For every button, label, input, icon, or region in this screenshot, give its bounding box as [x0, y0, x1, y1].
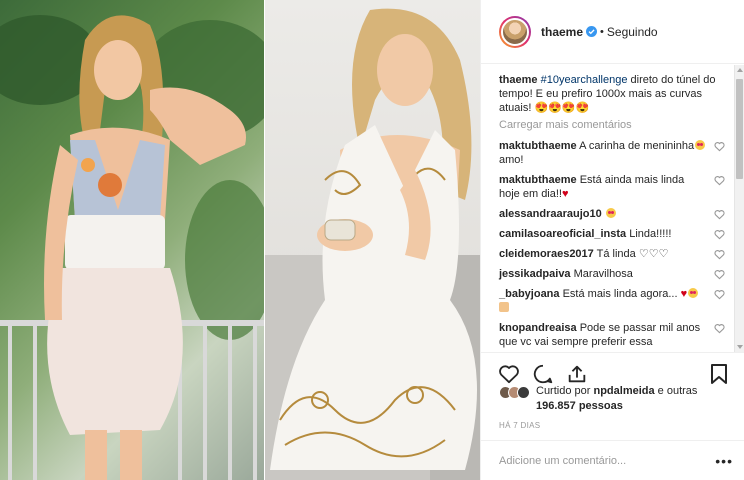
- comment-row: cleidemoraes2017 Tá linda ♡♡♡: [499, 247, 725, 261]
- comment-text: A carinha de menininha: [576, 140, 695, 152]
- likes-prefix: Curtido por: [536, 385, 594, 397]
- comment-row: maktubthaeme A carinha de menininha amo!: [499, 139, 725, 167]
- heart-eyes-emoji-icon: [688, 288, 699, 298]
- more-icon[interactable]: •••: [715, 454, 733, 468]
- like-button[interactable]: [497, 362, 521, 386]
- comment-text-after: amo!: [499, 154, 524, 166]
- comment-row: knopandreaisa Pode se passar mil anos qu…: [499, 321, 725, 349]
- comment-like-heart-icon[interactable]: [714, 289, 725, 300]
- liker-username[interactable]: npdalmeida: [593, 385, 654, 397]
- bookmark-icon: [711, 363, 727, 384]
- comment-text: Maravilhosa: [570, 268, 633, 280]
- photo-now: [265, 0, 480, 480]
- comment-username[interactable]: maktubthaeme: [499, 140, 577, 152]
- photo-then: [0, 0, 264, 480]
- header-separator: •: [600, 25, 604, 38]
- comment-like-heart-icon[interactable]: [714, 249, 725, 260]
- comments-scrollbar[interactable]: [734, 65, 744, 352]
- load-more-comments-button[interactable]: Carregar mais comentários: [499, 119, 725, 131]
- comment-username[interactable]: maktubthaeme: [499, 174, 577, 186]
- comment-icon: [533, 364, 553, 383]
- post-timestamp[interactable]: HÁ 7 DIAS: [499, 421, 540, 430]
- comment-row: jessikadpaiva Maravilhosa: [499, 267, 725, 281]
- verified-icon: [586, 26, 598, 37]
- comment-username[interactable]: alessandraaraujo10: [499, 208, 602, 220]
- comment-like-heart-icon[interactable]: [714, 269, 725, 280]
- comment-username[interactable]: _babyjoana: [499, 288, 560, 300]
- comment-text: Linda!!!!!: [626, 228, 672, 240]
- likes-summary: Curtido por npdalmeida e outras 196.857 …: [499, 384, 729, 414]
- share-button[interactable]: [565, 362, 589, 386]
- comment-input[interactable]: [499, 454, 716, 467]
- red-heart-emoji-icon: ♥: [680, 288, 688, 300]
- heart-icon: [499, 364, 519, 383]
- comment-like-heart-icon[interactable]: [714, 175, 725, 186]
- following-button[interactable]: Seguindo: [607, 25, 658, 39]
- post-sidebar: thaeme • Seguindo thaeme #10yearchalleng…: [480, 0, 744, 480]
- photo-then-figure: [0, 15, 264, 480]
- avatar: [517, 386, 530, 399]
- action-bar: [481, 352, 744, 388]
- comment-like-heart-icon[interactable]: [714, 209, 725, 220]
- share-icon: [568, 365, 586, 382]
- caption-hashtag[interactable]: #10yearchallenge: [541, 74, 628, 86]
- comment-like-heart-icon[interactable]: [714, 323, 725, 334]
- comment-text: Tá linda ♡♡♡: [593, 248, 669, 260]
- liker-avatars[interactable]: [499, 386, 530, 399]
- comment-username[interactable]: cleidemoraes2017: [499, 248, 594, 260]
- comment-row: camilasoareoficial_insta Linda!!!!!: [499, 227, 725, 241]
- post-header: thaeme • Seguindo: [481, 0, 744, 64]
- comment-username[interactable]: jessikadpaiva: [499, 268, 571, 280]
- save-button[interactable]: [707, 362, 731, 386]
- post-caption: thaeme #10yearchallenge direto do túnel …: [499, 73, 725, 115]
- likes-text: Curtido por npdalmeida e outras 196.857 …: [532, 384, 729, 414]
- scroll-thumb[interactable]: [736, 79, 743, 179]
- comment-like-heart-icon[interactable]: [714, 229, 725, 240]
- comments-list[interactable]: thaeme #10yearchallenge direto do túnel …: [481, 65, 744, 352]
- comment-text: Está mais linda agora...: [559, 288, 681, 300]
- caption-username[interactable]: thaeme: [499, 74, 538, 86]
- likes-middle: e outras: [654, 385, 698, 397]
- comment-button[interactable]: [531, 362, 555, 386]
- scroll-up-icon[interactable]: [737, 68, 743, 72]
- likes-count[interactable]: 196.857: [536, 400, 576, 412]
- instagram-post: thaeme • Seguindo thaeme #10yearchalleng…: [0, 0, 744, 480]
- likes-suffix[interactable]: pessoas: [576, 400, 623, 412]
- avatar[interactable]: [499, 15, 531, 48]
- comment-row: _babyjoana Está mais linda agora... ♥: [499, 287, 725, 315]
- comment-like-heart-icon[interactable]: [714, 141, 725, 152]
- comment-row: alessandraaraujo10: [499, 207, 725, 221]
- post-media[interactable]: [0, 0, 480, 480]
- add-comment-bar: •••: [481, 440, 744, 480]
- comment-row: maktubthaeme Está ainda mais linda hoje …: [499, 173, 725, 201]
- comment-username[interactable]: camilasoareoficial_insta: [499, 228, 626, 240]
- header-username[interactable]: thaeme: [541, 25, 583, 39]
- heart-eyes-emoji-icon: [605, 208, 616, 218]
- red-heart-emoji-icon: ♥: [561, 188, 569, 200]
- comment-text: [602, 208, 605, 220]
- heart-eyes-emoji-icon: [695, 140, 706, 150]
- scroll-down-icon[interactable]: [737, 345, 743, 349]
- photo-now-figure: [265, 8, 480, 480]
- comment-username[interactable]: knopandreaisa: [499, 322, 577, 334]
- praying-hands-emoji-icon: [499, 302, 509, 312]
